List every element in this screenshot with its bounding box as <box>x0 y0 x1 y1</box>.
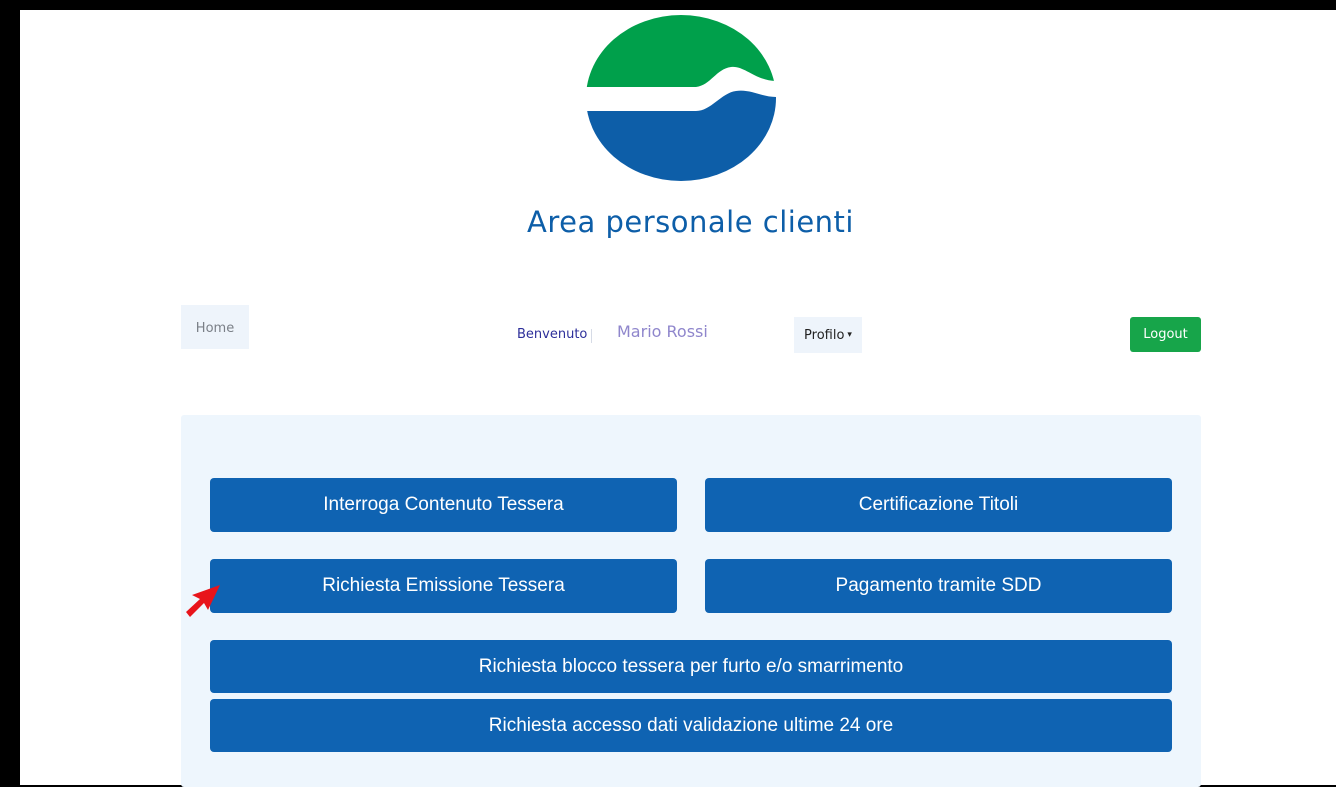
home-button[interactable]: Home <box>181 305 249 349</box>
page-title: Area personale clienti <box>527 205 854 239</box>
red-arrow-pointer-icon <box>186 585 220 617</box>
window-frame-top <box>0 0 1336 10</box>
logout-button[interactable]: Logout <box>1130 317 1201 352</box>
welcome-label: Benvenuto <box>517 327 588 342</box>
certificazione-titoli-button[interactable]: Certificazione Titoli <box>705 478 1172 532</box>
user-name: Mario Rossi <box>617 322 708 341</box>
interroga-contenuto-tessera-button[interactable]: Interroga Contenuto Tessera <box>210 478 677 532</box>
accesso-dati-validazione-button[interactable]: Richiesta accesso dati validazione ultim… <box>210 699 1172 752</box>
profile-dropdown-button[interactable]: Profilo ▾ <box>794 317 862 353</box>
profile-label: Profilo <box>804 327 845 343</box>
window-frame-left <box>0 0 20 787</box>
richiesta-emissione-tessera-button[interactable]: Richiesta Emissione Tessera <box>210 559 677 613</box>
pagamento-sdd-button[interactable]: Pagamento tramite SDD <box>705 559 1172 613</box>
blocco-tessera-button[interactable]: Richiesta blocco tessera per furto e/o s… <box>210 640 1172 693</box>
caret-down-icon: ▾ <box>847 329 852 340</box>
welcome-separator <box>591 329 592 343</box>
company-logo <box>586 15 776 181</box>
